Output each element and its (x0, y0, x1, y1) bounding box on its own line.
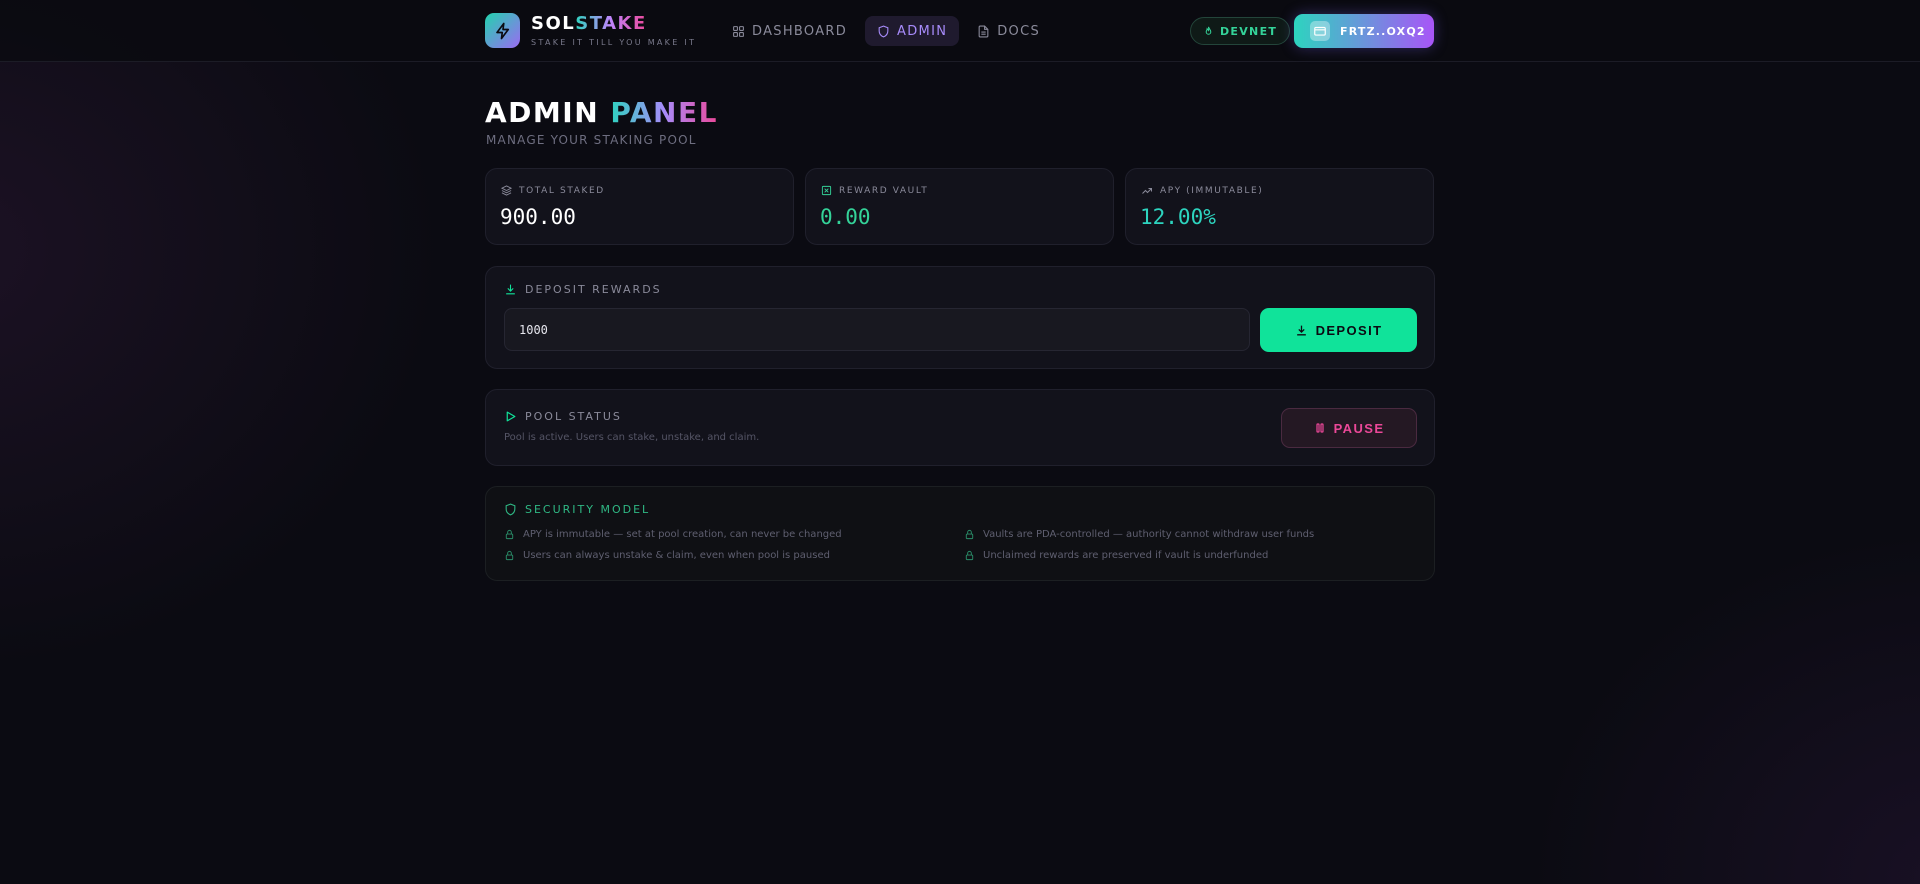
trending-up-icon (1142, 188, 1152, 194)
brand-tagline: STAKE IT TILL YOU MAKE IT (531, 38, 697, 47)
page-title-part1: ADMIN (485, 96, 600, 129)
nav-dashboard-label: DASHBOARD (752, 23, 848, 39)
stat-card-reward-vault: REWARD VAULT 0.00 (805, 168, 1114, 245)
page-subtitle: MANAGE YOUR STAKING POOL (486, 133, 697, 147)
nav-dashboard[interactable]: DASHBOARD (720, 16, 859, 46)
security-item: APY is immutable — set at pool creation,… (504, 529, 842, 540)
lock-icon (505, 529, 514, 540)
layers-icon (501, 185, 512, 196)
wallet-button[interactable]: FRTZ..OXQ2 (1294, 14, 1434, 48)
play-icon (506, 411, 516, 422)
security-item-text: Unclaimed rewards are preserved if vault… (983, 550, 1269, 561)
security-model-title: SECURITY MODEL (525, 503, 651, 516)
deposit-rewards-card: DEPOSIT REWARDS DEPOSIT (485, 266, 1435, 369)
brand-name-part2: STAKE (575, 13, 647, 34)
security-item-text: Users can always unstake & claim, even w… (523, 550, 830, 561)
deposit-button[interactable]: DEPOSIT (1260, 308, 1417, 352)
stat-label: APY (IMMUTABLE) (1160, 186, 1264, 196)
logo (485, 13, 520, 48)
pool-status-header: POOL STATUS (504, 410, 622, 423)
lightning-icon (495, 22, 509, 39)
nav-docs-label: DOCS (997, 23, 1041, 39)
lock-icon (505, 550, 514, 561)
flame-icon (1205, 26, 1212, 35)
nav-admin-label: ADMIN (897, 23, 948, 39)
security-model-card: SECURITY MODEL APY is immutable — set at… (485, 486, 1435, 581)
main-nav: DASHBOARD ADMIN DOCS (720, 16, 1052, 46)
security-model-header: SECURITY MODEL (504, 503, 650, 516)
shield-icon (505, 503, 516, 516)
brand[interactable]: SOLSTAKE STAKE IT TILL YOU MAKE IT (485, 13, 696, 48)
pool-status-description: Pool is active. Users can stake, unstake… (504, 432, 760, 443)
pool-status-card: POOL STATUS Pool is active. Users can st… (485, 389, 1435, 466)
security-item-text: APY is immutable — set at pool creation,… (523, 529, 842, 540)
nav-docs[interactable]: DOCS (965, 16, 1052, 46)
download-icon (1296, 325, 1306, 335)
pause-button[interactable]: PAUSE (1281, 408, 1417, 448)
stat-value: 0.00 (820, 205, 871, 229)
grid-icon (733, 25, 744, 37)
brand-name-part1: SOL (531, 13, 576, 34)
lock-icon (965, 550, 974, 561)
security-item: Vaults are PDA-controlled — authority ca… (964, 529, 1314, 540)
wallet-icon (1310, 21, 1330, 41)
document-icon (978, 25, 989, 37)
deposit-rewards-title: DEPOSIT REWARDS (525, 283, 662, 296)
security-item: Users can always unstake & claim, even w… (504, 550, 830, 561)
deposit-rewards-header: DEPOSIT REWARDS (504, 283, 662, 296)
stat-card-total-staked: TOTAL STAKED 900.00 (485, 168, 794, 245)
lock-icon (965, 529, 974, 540)
wallet-address: FRTZ..OXQ2 (1340, 24, 1426, 38)
stat-value: 900.00 (500, 205, 576, 229)
shield-icon (878, 25, 889, 38)
nav-admin[interactable]: ADMIN (865, 16, 960, 46)
page-title-part2: PANEL (610, 96, 718, 129)
deposit-button-label: DEPOSIT (1315, 322, 1383, 338)
vault-icon (821, 185, 832, 196)
brand-name: SOLSTAKE (531, 14, 696, 34)
deposit-amount-input[interactable] (504, 308, 1250, 351)
stat-card-apy: APY (IMMUTABLE) 12.00% (1125, 168, 1434, 245)
network-label: DEVNET (1220, 24, 1278, 38)
pool-status-title: POOL STATUS (525, 410, 622, 423)
page-title: ADMIN PANEL (485, 96, 718, 129)
stat-value: 12.00% (1140, 205, 1216, 229)
top-bar: SOLSTAKE STAKE IT TILL YOU MAKE IT DASHB… (0, 0, 1920, 62)
network-badge[interactable]: DEVNET (1190, 17, 1291, 45)
stat-label: REWARD VAULT (839, 185, 929, 196)
stat-label: TOTAL STAKED (519, 185, 605, 196)
security-item: Unclaimed rewards are preserved if vault… (964, 550, 1268, 561)
pause-button-label: PAUSE (1333, 420, 1385, 436)
download-icon (506, 284, 515, 295)
security-item-text: Vaults are PDA-controlled — authority ca… (983, 529, 1315, 540)
pause-icon (1315, 423, 1324, 433)
